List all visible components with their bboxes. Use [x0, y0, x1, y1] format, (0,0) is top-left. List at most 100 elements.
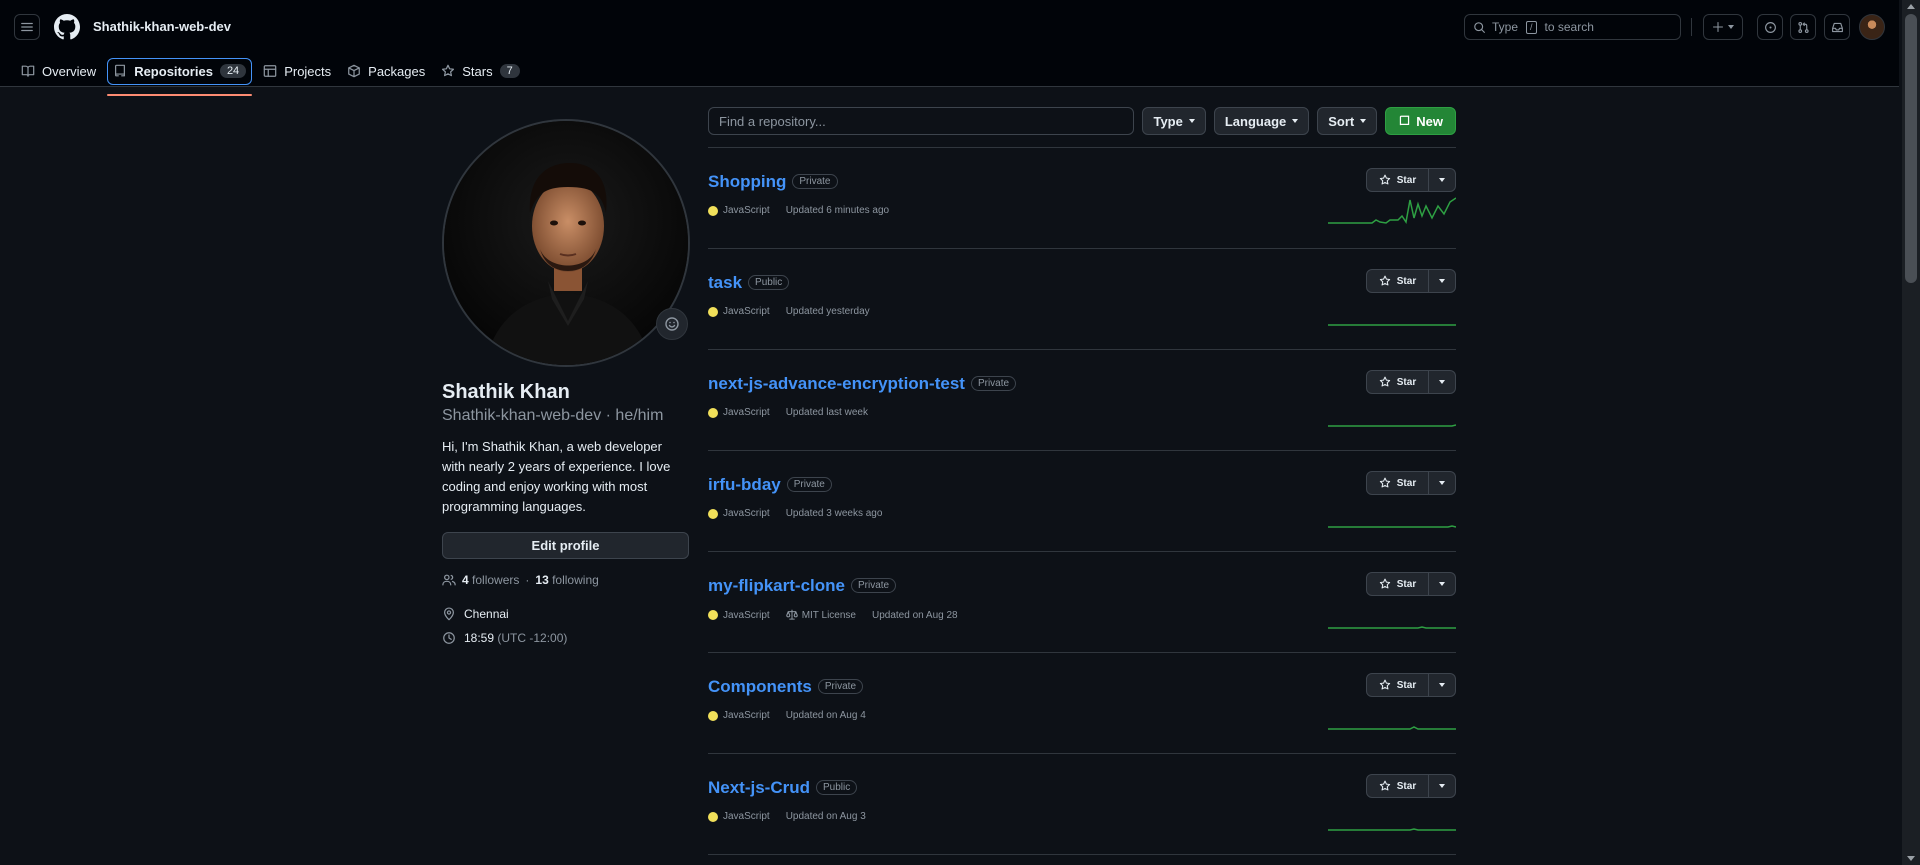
star-label: Star — [1396, 780, 1417, 792]
repo-icon — [1400, 115, 1410, 125]
visibility-badge: Private — [817, 679, 864, 694]
repo-name-link[interactable]: irfu-bday Private — [708, 475, 832, 495]
inbox-button[interactable] — [1824, 14, 1850, 40]
timezone-text: (UTC -12:00) — [497, 631, 568, 645]
activity-sparkline — [1328, 424, 1456, 427]
repo-updated: Updated on Aug 3 — [785, 811, 866, 822]
local-time-text: 18:59 — [464, 631, 495, 645]
plus-icon — [1712, 21, 1724, 33]
star-button-group: Star — [1366, 673, 1456, 697]
repo-list-item: Shopping Private JavaScript Updated 6 min… — [708, 148, 1456, 249]
issue-opened-icon — [1764, 21, 1776, 33]
location-text: Chennai — [464, 607, 509, 621]
github-logo-icon[interactable] — [54, 14, 80, 40]
chevron-down-icon — [1439, 178, 1445, 182]
star-button[interactable]: Star — [1366, 673, 1429, 697]
issues-button[interactable] — [1757, 14, 1783, 40]
new-repository-button[interactable]: New — [1385, 107, 1456, 135]
star-button[interactable]: Star — [1366, 774, 1429, 798]
scroll-up-arrow-icon[interactable] — [1907, 4, 1915, 9]
repo-language: JavaScript — [723, 407, 770, 418]
star-button[interactable]: Star — [1366, 168, 1429, 192]
repo-name: task — [708, 273, 743, 292]
language-color-dot — [708, 610, 718, 620]
find-repository-input[interactable] — [708, 107, 1135, 135]
star-label: Star — [1396, 679, 1417, 691]
star-list-dropdown[interactable] — [1429, 572, 1456, 596]
pull-requests-button[interactable] — [1790, 14, 1816, 40]
package-icon — [348, 64, 361, 78]
scroll-down-arrow-icon[interactable] — [1907, 856, 1915, 861]
repo-name-link[interactable]: Components Private — [708, 677, 864, 697]
tab-repositories[interactable]: Repositories 24 — [107, 57, 253, 96]
stars-count: 7 — [499, 64, 520, 78]
edit-profile-button[interactable]: Edit profile — [442, 532, 689, 559]
repo-name-link[interactable]: Next-js-Crud Public — [708, 778, 858, 798]
language-filter-label: Language — [1224, 113, 1287, 129]
repo-license: MIT License — [785, 609, 856, 621]
star-button[interactable]: Star — [1366, 269, 1429, 293]
star-button[interactable]: Star — [1366, 370, 1429, 394]
tab-stars[interactable]: Stars 7 — [436, 59, 524, 84]
chevron-down-icon — [1728, 25, 1734, 29]
sort-label: Sort — [1328, 113, 1355, 129]
repo-name: Next-js-Crud — [708, 778, 811, 797]
tab-packages[interactable]: Packages — [342, 59, 430, 84]
star-list-dropdown[interactable] — [1429, 673, 1456, 697]
scrollbar-thumb[interactable] — [1905, 14, 1917, 283]
profile-local-time: 18:59 (UTC -12:00) — [442, 631, 567, 645]
tab-projects[interactable]: Projects — [258, 59, 336, 84]
repo-name-link[interactable]: my-flipkart-clone Private — [708, 576, 897, 596]
profile-tabs: Overview Repositories 24 Projects Packag… — [16, 56, 525, 96]
set-status-button[interactable] — [656, 308, 688, 340]
tab-repositories-label: Repositories — [134, 63, 213, 79]
star-list-dropdown[interactable] — [1429, 168, 1456, 192]
profile-avatar[interactable] — [442, 119, 690, 367]
repo-list-item: Components Private JavaScript Updated on … — [708, 653, 1456, 754]
repo-name: Shopping — [708, 172, 787, 191]
star-list-dropdown[interactable] — [1429, 774, 1456, 798]
star-button[interactable]: Star — [1366, 471, 1429, 495]
star-icon — [1379, 780, 1390, 791]
smiley-icon — [665, 317, 679, 331]
sort-dropdown[interactable]: Sort — [1317, 107, 1378, 135]
activity-sparkline — [1328, 197, 1456, 224]
profile-login-pronouns: Shathik-khan-web-dev · he/him — [442, 407, 664, 424]
repo-name-link[interactable]: Shopping Private — [708, 172, 838, 192]
language-filter-dropdown[interactable]: Language — [1213, 107, 1310, 135]
star-list-dropdown[interactable] — [1429, 471, 1456, 495]
visibility-badge: Private — [786, 477, 832, 492]
type-filter-dropdown[interactable]: Type — [1142, 107, 1206, 135]
star-list-dropdown[interactable] — [1429, 269, 1456, 293]
context-owner-name[interactable]: Shathik-khan-web-dev — [93, 19, 231, 34]
page-scrollbar[interactable] — [1902, 0, 1920, 865]
tab-projects-label: Projects — [284, 63, 332, 79]
menu-button[interactable] — [14, 14, 40, 40]
tab-overview[interactable]: Overview — [16, 59, 101, 84]
repo-name-link[interactable]: task Public — [708, 273, 790, 293]
profile-location: Chennai — [442, 607, 509, 621]
chevron-down-icon — [1439, 683, 1445, 687]
followers-label: followers — [472, 573, 520, 587]
following-link[interactable]: 13 following — [535, 573, 598, 587]
repo-language: JavaScript — [723, 710, 770, 721]
top-header: Shathik-khan-web-dev Type / to search Over… — [0, 0, 1899, 96]
star-button[interactable]: Star — [1366, 572, 1429, 596]
search-icon — [1474, 21, 1485, 33]
star-icon — [1379, 376, 1390, 387]
user-avatar-menu[interactable] — [1859, 14, 1885, 40]
repo-updated: Updated 3 weeks ago — [785, 508, 883, 519]
profile-full-name: Shathik Khan — [442, 381, 570, 403]
create-new-button[interactable] — [1703, 14, 1743, 40]
followers-link[interactable]: 4 followers — [462, 573, 519, 587]
activity-sparkline — [1328, 525, 1456, 528]
inbox-icon — [1831, 22, 1843, 32]
star-icon — [1379, 174, 1390, 185]
repo-list-item: next-js-advance-encryption-test Private J… — [708, 350, 1456, 451]
language-color-dot — [708, 205, 718, 216]
star-list-dropdown[interactable] — [1429, 370, 1456, 394]
global-search[interactable]: Type / to search — [1464, 14, 1681, 40]
repo-list-item: Next-js-Crud Public JavaScript Updated on… — [708, 754, 1456, 855]
star-button-group: Star — [1366, 774, 1456, 798]
repo-name-link[interactable]: next-js-advance-encryption-test Private — [708, 374, 1017, 394]
